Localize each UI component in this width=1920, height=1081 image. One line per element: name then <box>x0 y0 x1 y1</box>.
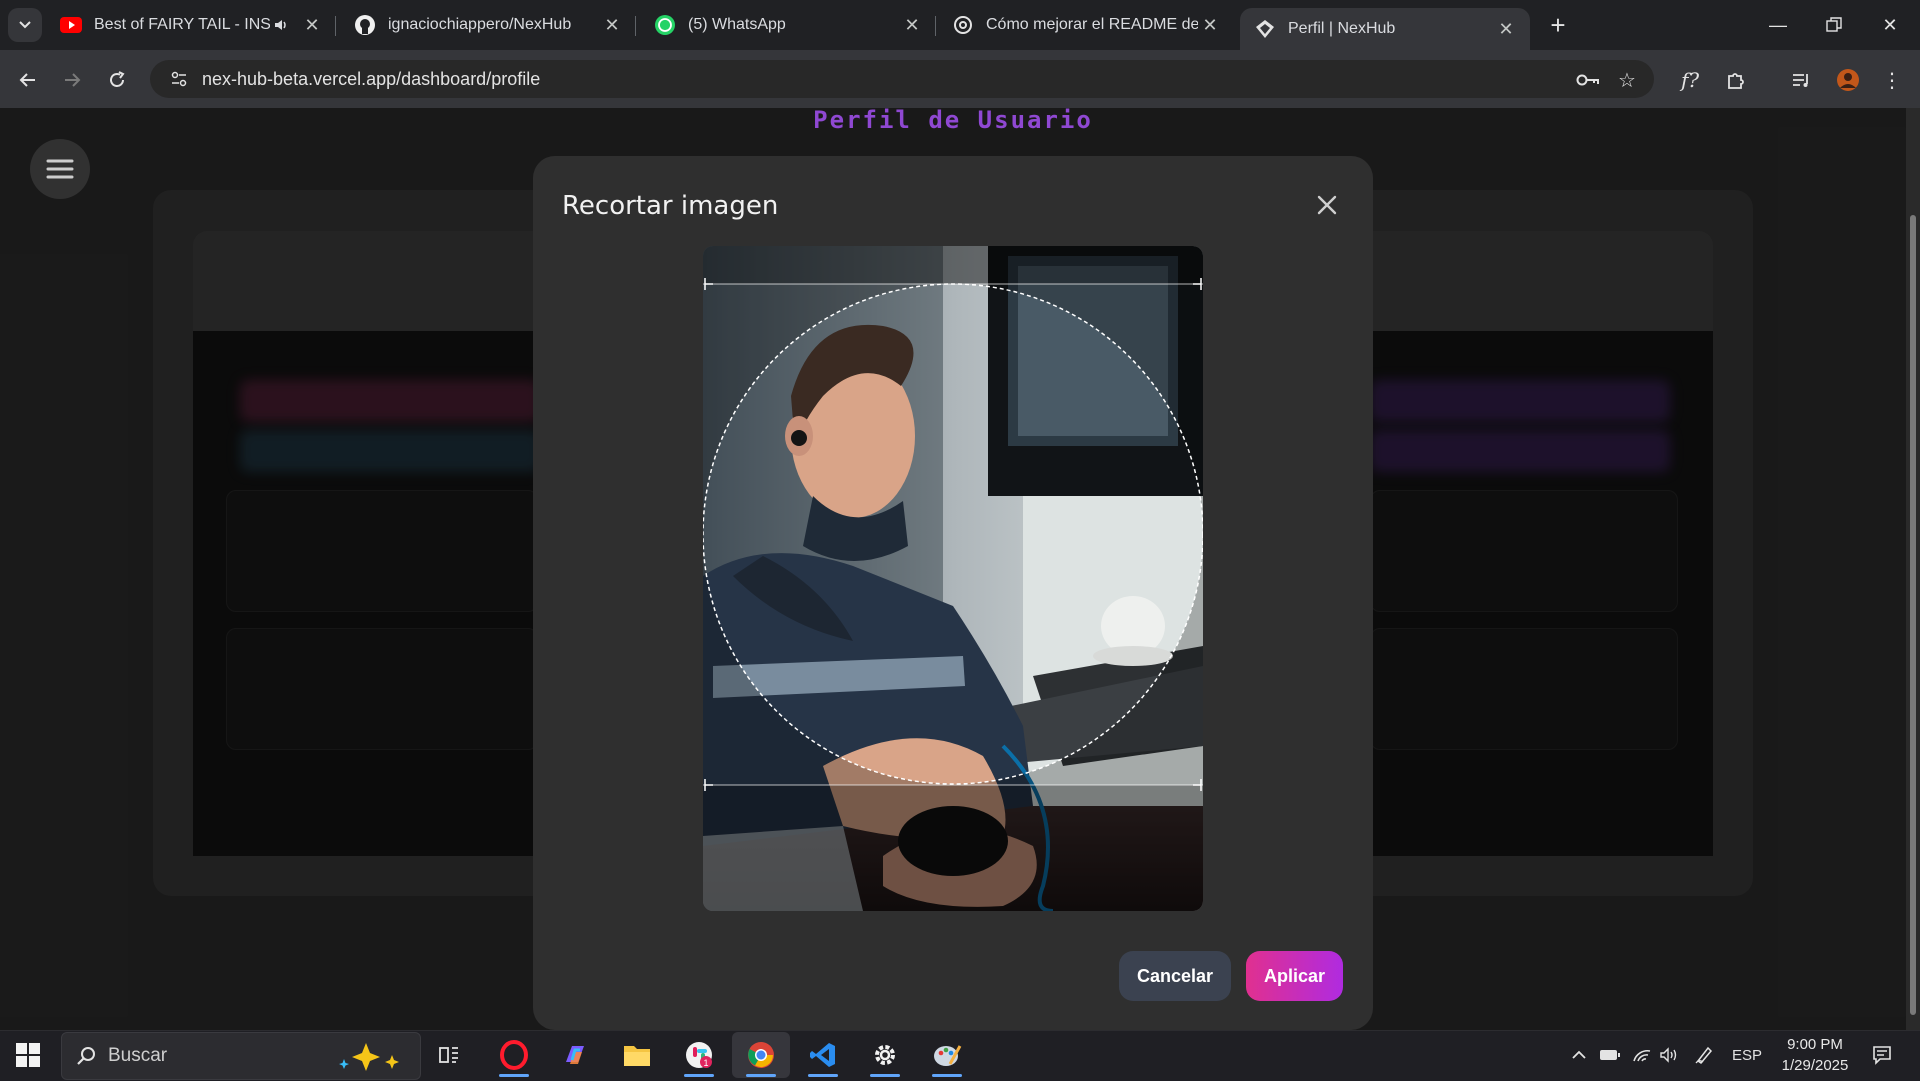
chatgpt-icon <box>952 14 974 36</box>
profile-photo <box>703 246 1203 911</box>
gear-icon <box>875 1045 895 1065</box>
menu-kebab-icon[interactable]: ⋮ <box>1874 62 1910 98</box>
tab-title: (5) WhatsApp <box>688 16 786 33</box>
copilot-app[interactable] <box>546 1032 604 1078</box>
opera-icon <box>500 1040 528 1070</box>
apply-button[interactable]: Aplicar <box>1246 951 1343 1001</box>
tab-title: ignaciochiappero/NexHub <box>388 16 572 33</box>
clock-time: 9:00 PM <box>1787 1036 1843 1053</box>
running-indicator <box>499 1074 529 1077</box>
tab-chatgpt[interactable]: Cómo mejorar el README de u ✕ <box>938 0 1234 50</box>
clock-date: 1/29/2025 <box>1781 1057 1849 1074</box>
speaker-icon[interactable] <box>270 14 292 36</box>
paint-palette-icon <box>934 1045 962 1066</box>
close-tab-icon[interactable]: ✕ <box>1494 19 1518 40</box>
tab-title: Cómo mejorar el README de u <box>986 16 1198 33</box>
close-icon <box>1317 195 1337 215</box>
vscode-app[interactable] <box>794 1032 852 1078</box>
slack-app[interactable]: 1 <box>670 1032 728 1078</box>
tab-title: Perfil | NexHub <box>1288 20 1396 37</box>
tab-separator <box>335 16 336 36</box>
battery-icon[interactable] <box>1596 1040 1624 1070</box>
close-window-button[interactable]: ✕ <box>1862 0 1918 50</box>
tab-nexhub[interactable]: Perfil | NexHub ✕ <box>1240 8 1530 50</box>
taskbar-clock[interactable]: 9:00 PM 1/29/2025 <box>1770 1034 1860 1076</box>
running-indicator <box>932 1074 962 1077</box>
tab-title: Best of FAIRY TAIL - INSANE <box>94 16 270 33</box>
slack-icon: 1 <box>686 1042 712 1068</box>
profile-avatar[interactable] <box>1830 62 1866 98</box>
close-tab-icon[interactable]: ✕ <box>1198 15 1222 36</box>
tab-whatsapp[interactable]: (5) WhatsApp ✕ <box>640 0 936 50</box>
running-indicator <box>684 1074 714 1077</box>
copilot-icon <box>566 1046 584 1064</box>
nexhub-icon <box>1254 18 1276 40</box>
copilot-sparkle-icon <box>339 1043 399 1071</box>
search-placeholder: Buscar <box>108 1045 168 1066</box>
tab-separator <box>635 16 636 36</box>
new-tab-button[interactable]: + <box>1542 10 1574 42</box>
close-modal-button[interactable] <box>1310 188 1344 222</box>
show-hidden-icons-chevron-icon[interactable] <box>1566 1040 1592 1070</box>
task-view-icon <box>439 1047 458 1063</box>
taskbar-search[interactable]: Buscar <box>61 1032 421 1080</box>
opera-app[interactable] <box>485 1032 543 1078</box>
bookmark-star-icon[interactable]: ☆ <box>1609 62 1645 98</box>
running-indicator <box>746 1074 776 1077</box>
svg-text:1: 1 <box>703 1058 708 1068</box>
reload-icon <box>110 71 125 87</box>
file-explorer-app[interactable] <box>608 1032 666 1078</box>
tab-youtube[interactable]: Best of FAIRY TAIL - INSANE ✕ <box>46 0 336 50</box>
modal-title: Recortar imagen <box>562 191 779 221</box>
font-extension-icon[interactable]: f? <box>1672 62 1708 98</box>
github-icon <box>354 14 376 36</box>
running-indicator <box>870 1074 900 1077</box>
extensions-puzzle-icon[interactable] <box>1718 62 1754 98</box>
vscode-icon <box>810 1043 835 1067</box>
arrow-left-icon <box>19 73 35 87</box>
search-icon <box>77 1047 95 1065</box>
chrome-app[interactable] <box>732 1032 790 1078</box>
arrow-right-icon <box>65 73 81 87</box>
close-tab-icon[interactable]: ✕ <box>300 15 324 36</box>
notifications-icon[interactable] <box>1864 1040 1900 1070</box>
paint-app[interactable] <box>918 1032 976 1078</box>
restore-button[interactable] <box>1806 0 1862 50</box>
settings-app[interactable] <box>856 1032 914 1078</box>
folder-icon <box>624 1046 650 1066</box>
address-bar[interactable]: nex-hub-beta.vercel.app/dashboard/profil… <box>150 60 1654 98</box>
windows-logo-icon <box>16 1043 40 1067</box>
back-button[interactable] <box>10 62 46 98</box>
windows-start-button[interactable] <box>14 1041 42 1069</box>
site-info-icon[interactable] <box>164 70 194 88</box>
cancel-button[interactable]: Cancelar <box>1119 951 1231 1001</box>
minimize-button[interactable]: — <box>1750 0 1806 50</box>
chevron-down-icon <box>19 21 31 29</box>
restore-icon <box>1826 17 1842 32</box>
scrollbar-thumb[interactable] <box>1910 215 1916 1015</box>
tab-separator <box>935 16 936 36</box>
whatsapp-icon <box>654 14 676 36</box>
chrome-icon <box>748 1042 774 1068</box>
url-text: nex-hub-beta.vercel.app/dashboard/profil… <box>202 68 541 89</box>
input-language-indicator[interactable]: ESP <box>1724 1040 1770 1070</box>
volume-icon[interactable] <box>1656 1040 1684 1070</box>
media-control-icon[interactable] <box>1783 62 1819 98</box>
youtube-icon <box>60 14 82 36</box>
running-indicator <box>808 1074 838 1077</box>
pen-icon[interactable] <box>1690 1040 1718 1070</box>
wifi-icon[interactable] <box>1628 1040 1656 1070</box>
forward-button[interactable] <box>54 62 90 98</box>
close-tab-icon[interactable]: ✕ <box>600 15 624 36</box>
close-tab-icon[interactable]: ✕ <box>900 15 924 36</box>
tab-github[interactable]: ignaciochiappero/NexHub ✕ <box>340 0 636 50</box>
password-key-icon[interactable] <box>1570 62 1606 98</box>
task-view-button[interactable] <box>420 1032 478 1078</box>
reload-button[interactable] <box>99 62 135 98</box>
crop-area[interactable] <box>703 246 1203 911</box>
tab-search-button[interactable] <box>8 8 42 42</box>
